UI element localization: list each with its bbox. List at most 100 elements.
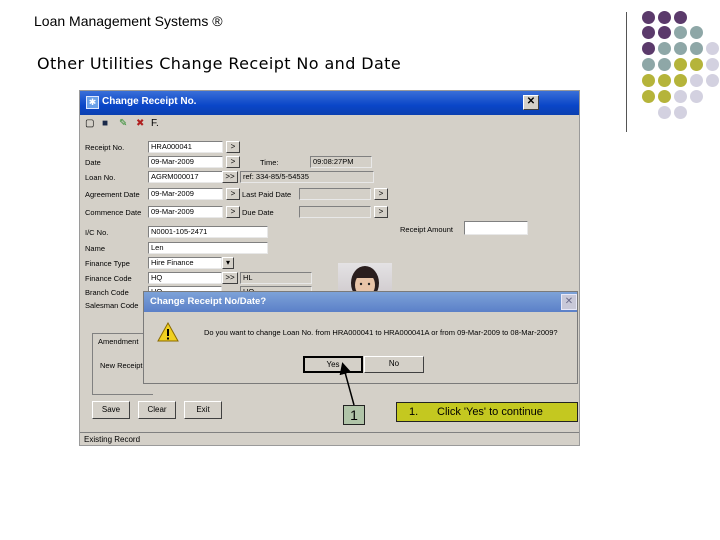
dot xyxy=(674,26,687,39)
dot xyxy=(674,90,687,103)
save-button[interactable]: Save xyxy=(92,401,130,419)
warning-icon xyxy=(157,321,179,347)
callout-instruction: 1. Click 'Yes' to continue xyxy=(396,402,578,422)
dot xyxy=(642,26,655,39)
dot xyxy=(658,42,671,55)
dot xyxy=(690,42,703,55)
dot xyxy=(690,26,703,39)
date-lookup-button[interactable]: > xyxy=(226,156,240,168)
receipt-amount-label: Receipt Amount xyxy=(400,225,453,234)
time-field: 09:08:27PM xyxy=(310,156,372,168)
dot xyxy=(706,42,719,55)
loan-ref-field: ref: 334-85/5-54535 xyxy=(240,171,374,183)
dialog-message: Do you want to change Loan No. from HRA0… xyxy=(204,328,558,337)
dot xyxy=(658,106,671,119)
save-icon[interactable]: ■ xyxy=(102,118,108,129)
commence-date-button[interactable]: > xyxy=(226,206,240,218)
app-icon: ✱ xyxy=(86,96,99,109)
confirm-dialog: Change Receipt No/Date? ✕ Do you want to… xyxy=(143,291,578,384)
loan-no-field[interactable]: AGRM000017 xyxy=(148,171,223,183)
divider-line xyxy=(626,12,627,132)
toolbar: ▢ ■ ✎ ✖ F. xyxy=(80,115,579,133)
name-field[interactable]: Len xyxy=(148,242,268,254)
dot xyxy=(690,58,703,71)
dot xyxy=(658,90,671,103)
finance-type-select[interactable]: Hire Finance xyxy=(148,257,222,269)
new-receipt-label: New Receipt xyxy=(100,361,143,370)
dot xyxy=(674,106,687,119)
ic-no-label: I/C No. xyxy=(85,228,109,237)
finance-type-dropdown-button[interactable]: ▾ xyxy=(222,257,234,269)
finance-code-desc: HL xyxy=(240,272,312,284)
date-label: Date xyxy=(85,158,101,167)
receipt-no-label: Receipt No. xyxy=(85,143,125,152)
yes-button[interactable]: Yes xyxy=(303,356,363,373)
filter-icon[interactable]: F. xyxy=(151,118,159,129)
due-date-label: Due Date xyxy=(242,208,274,217)
last-paid-date-label: Last Paid Date xyxy=(242,190,292,199)
agreement-date-label: Agreement Date xyxy=(85,190,140,199)
dialog-title: Change Receipt No/Date? xyxy=(150,296,267,307)
dot xyxy=(642,42,655,55)
dialog-titlebar: Change Receipt No/Date? ✕ xyxy=(144,292,577,312)
slide-title: Other Utilities Change Receipt No and Da… xyxy=(37,54,402,73)
finance-code-lookup-button[interactable]: >> xyxy=(222,272,238,284)
window-close-button[interactable]: ✕ xyxy=(523,95,539,110)
receipt-no-field[interactable]: HRA000041 xyxy=(148,141,223,153)
amendment-label: Amendment xyxy=(96,337,141,346)
last-paid-date-button[interactable]: > xyxy=(374,188,388,200)
last-paid-date-field xyxy=(299,188,371,200)
dot xyxy=(658,58,671,71)
receipt-no-lookup-button[interactable]: > xyxy=(226,141,240,153)
dot xyxy=(674,58,687,71)
dot xyxy=(642,58,655,71)
dot xyxy=(674,74,687,87)
callout-step-text: Click 'Yes' to continue xyxy=(437,406,543,418)
dot xyxy=(658,74,671,87)
dot xyxy=(642,11,655,24)
dot xyxy=(674,42,687,55)
window-titlebar: ✱ Change Receipt No. ✕ xyxy=(80,91,579,115)
name-label: Name xyxy=(85,244,106,253)
salesman-code-label: Salesman Code xyxy=(85,301,139,310)
dot xyxy=(690,90,703,103)
dot xyxy=(642,90,655,103)
delete-icon[interactable]: ✖ xyxy=(136,118,144,129)
no-button[interactable]: No xyxy=(364,356,424,373)
commence-date-field[interactable]: 09-Mar-2009 xyxy=(148,206,223,218)
dot xyxy=(658,11,671,24)
exit-button[interactable]: Exit xyxy=(184,401,222,419)
receipt-amount-field[interactable] xyxy=(464,221,528,235)
clear-button[interactable]: Clear xyxy=(138,401,176,419)
finance-code-field[interactable]: HQ xyxy=(148,272,222,284)
dot xyxy=(706,74,719,87)
status-bar: Existing Record xyxy=(80,432,579,445)
commence-date-label: Commence Date xyxy=(85,208,142,217)
window-title: Change Receipt No. xyxy=(102,96,197,107)
agreement-date-field[interactable]: 09-Mar-2009 xyxy=(148,188,223,200)
new-icon[interactable]: ▢ xyxy=(85,118,94,129)
callout-number: 1 xyxy=(343,405,365,425)
dot xyxy=(642,74,655,87)
dot xyxy=(674,11,687,24)
due-date-field xyxy=(299,206,371,218)
date-field[interactable]: 09-Mar-2009 xyxy=(148,156,223,168)
ic-no-field[interactable]: N0001-105-2471 xyxy=(148,226,268,238)
loan-no-label: Loan No. xyxy=(85,173,116,182)
slide-header: Loan Management Systems ® xyxy=(34,13,223,29)
loan-no-lookup-button[interactable]: >> xyxy=(222,171,238,183)
dot-grid-decoration xyxy=(640,11,720,121)
callout-step: 1. xyxy=(409,406,419,418)
time-label: Time: xyxy=(260,158,279,167)
change-receipt-window: ✱ Change Receipt No. ✕ ▢ ■ ✎ ✖ F. Receip… xyxy=(79,90,580,446)
pencil-icon[interactable]: ✎ xyxy=(119,118,127,129)
dot xyxy=(658,26,671,39)
dot xyxy=(690,74,703,87)
dialog-close-button[interactable]: ✕ xyxy=(561,294,577,310)
due-date-button[interactable]: > xyxy=(374,206,388,218)
finance-code-label: Finance Code xyxy=(85,274,132,283)
agreement-date-button[interactable]: > xyxy=(226,188,240,200)
finance-type-label: Finance Type xyxy=(85,259,130,268)
dot xyxy=(706,58,719,71)
branch-code-label: Branch Code xyxy=(85,288,129,297)
